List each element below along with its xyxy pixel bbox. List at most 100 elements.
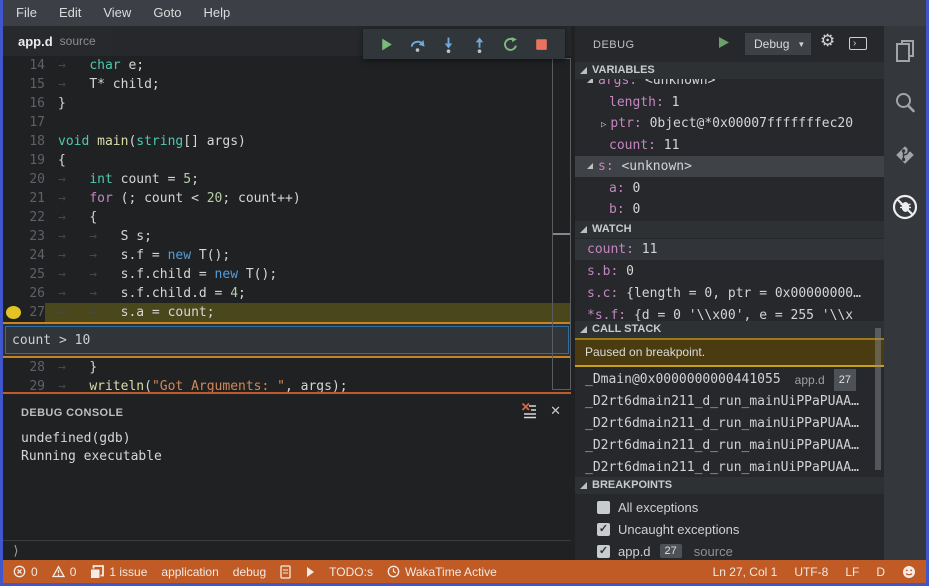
section-variables[interactable]: VARIABLES [575,62,884,79]
status-item-error[interactable]: 0 [13,565,38,579]
code-line-20[interactable]: 20 → int count = 5; [3,170,571,189]
code-line-16[interactable]: 16} [3,94,571,113]
variable-row-ptr[interactable]: ▷ ptr: 0bject@*0x00007fffffffec20 [575,113,884,134]
status-item-smiley[interactable] [902,565,916,579]
frame-function: _D2rt6dmain211_d_run_mainUiPPaPUAA… [585,394,859,409]
search-icon[interactable] [891,89,919,117]
continue-icon[interactable] [378,36,395,53]
restart-icon[interactable] [502,36,519,53]
section-breakpoints[interactable]: BREAKPOINTS [575,477,884,494]
code-line-26[interactable]: 26 → → s.f.child.d = 4; [3,284,571,303]
line-number: 21 [3,189,45,208]
code-line-15[interactable]: 15 → T* child; [3,75,571,94]
code-line-23[interactable]: 23 → → S s; [3,227,571,246]
status-item-warning[interactable]: 0 [51,565,76,579]
frame-function: _D2rt6dmain211_d_run_mainUiPPaPUAA… [585,438,859,453]
step-out-icon[interactable] [471,36,488,53]
section-call-stack[interactable]: CALL STACK [575,321,884,338]
code-line-28[interactable]: 28 → } [3,358,571,377]
call-stack-frame[interactable]: _D2rt6dmain211_d_run_mainUiPPaPUAA… [575,413,884,435]
status-item-debug[interactable]: debug [233,565,266,579]
menu-item-help[interactable]: Help [193,0,242,26]
menu-item-file[interactable]: File [5,0,48,26]
gear-icon[interactable]: ⚙ [820,31,835,51]
call-stack-frame[interactable]: _Dmain@0x0000000000441055 app.d 27 [575,369,884,391]
step-into-icon[interactable] [440,36,457,53]
status-item-label: debug [232,564,267,579]
breakpoint-icon[interactable] [6,306,21,319]
start-debug-icon[interactable] [718,36,730,54]
explorer-icon[interactable] [891,37,919,65]
code-line-25[interactable]: 25 → → s.f.child = new T(); [3,265,571,284]
checkbox-checked[interactable]: ✓ [597,544,610,558]
breakpoint-condition-input[interactable]: count > 10 [5,326,569,354]
breakpoint-hint: source [693,543,733,559]
code-line-27[interactable]: 27 → → s.a = count; [3,303,571,322]
status-item-utf-8[interactable]: UTF-8 [794,565,828,579]
code-line-17[interactable]: 17 [3,113,571,132]
section-watch[interactable]: WATCH [575,221,884,238]
variable-row-s[interactable]: s: <unknown> [575,156,884,177]
console-input-divider [3,540,571,541]
line-number: 19 [3,151,45,170]
step-over-icon[interactable] [409,36,426,53]
status-item-ln-27-col-1[interactable]: Ln 27, Col 1 [713,565,778,579]
debug-repl-icon[interactable]: › [849,37,867,50]
status-item-application[interactable]: application [161,565,218,579]
twistie-closed-icon: ▷ [601,120,607,130]
breakpoint-row-app-d[interactable]: ✓ app.d 27 source [575,540,884,560]
code-line-24[interactable]: 24 → → s.f = new T(); [3,246,571,265]
breakpoint-row-uncaught-exceptions[interactable]: ✓ Uncaught exceptions [575,518,884,540]
line-number: 15 [3,75,45,94]
call-stack-frame[interactable]: _D2rt6dmain211_d_run_mainUiPPaPUAA… [575,457,884,479]
menu-item-goto[interactable]: Goto [142,0,192,26]
close-icon[interactable]: ✕ [550,403,561,419]
menu-item-view[interactable]: View [92,0,142,26]
variable-row-length[interactable]: length: 1 [575,92,884,113]
watch-row-sc[interactable]: s.c: {length = 0, ptr = 0x00000000… [575,283,884,304]
variable-row-b[interactable]: b: 0 [575,199,884,220]
call-stack-frame[interactable]: _D2rt6dmain211_d_run_mainUiPPaPUAA… [575,391,884,413]
source-control-icon[interactable] [891,141,919,169]
issues-icon [90,564,105,579]
watch-row-count[interactable]: count: 11 [575,239,884,260]
status-item-todo-s[interactable]: TODO:s [329,565,373,579]
clock-icon [387,565,400,578]
editor-scrollbar[interactable] [552,58,571,390]
debug-console-title: DEBUG CONSOLE [21,407,124,419]
sidebar-scrollbar[interactable] [875,328,881,470]
status-item-lf[interactable]: LF [845,565,859,579]
watch-row-sb[interactable]: s.b: 0 [575,261,884,282]
variable-row-a[interactable]: a: 0 [575,178,884,199]
status-item-label: LF [845,564,860,579]
tab-app-d[interactable]: app.d source [3,26,111,56]
checkbox-unchecked[interactable] [597,500,610,514]
status-item-d[interactable]: D [876,565,885,579]
section-breakpoints-title: BREAKPOINTS [592,479,673,491]
checkbox-checked[interactable]: ✓ [597,522,610,536]
stop-icon[interactable] [533,36,550,53]
menu-item-edit[interactable]: Edit [48,0,92,26]
status-item-issues[interactable]: 1 issue [90,565,147,579]
debug-config-dropdown[interactable]: Debug ▼ [745,33,811,55]
code-line-19[interactable]: 19{ [3,151,571,170]
code-line-22[interactable]: 22 → { [3,208,571,227]
frame-line-badge: 27 [833,369,856,391]
debug-panel-title: DEBUG [593,39,635,51]
status-item-clock[interactable]: WakaTime Active [387,565,497,579]
debug-icon[interactable] [891,193,919,221]
console-prompt[interactable]: ⟩ [12,544,20,559]
console-output: undefined(gdb) Running executable [21,430,162,466]
twistie-open-icon [587,163,593,169]
breakpoint-row-all-exceptions[interactable]: All exceptions [575,496,884,518]
status-item-play[interactable] [305,566,315,578]
variable-row-count[interactable]: count: 11 [575,135,884,156]
twistie-open-icon [580,226,587,233]
code-line-18[interactable]: 18 void main(string[] args) [3,132,571,151]
call-stack-frame[interactable]: _D2rt6dmain211_d_run_mainUiPPaPUAA… [575,435,884,457]
line-number: 26 [3,284,45,303]
code-line-21[interactable]: 21 → for (; count < 20; count++) [3,189,571,208]
clear-console-icon[interactable] [521,402,538,419]
status-item-file[interactable] [280,564,291,579]
breakpoint-label: app.d [618,543,651,559]
